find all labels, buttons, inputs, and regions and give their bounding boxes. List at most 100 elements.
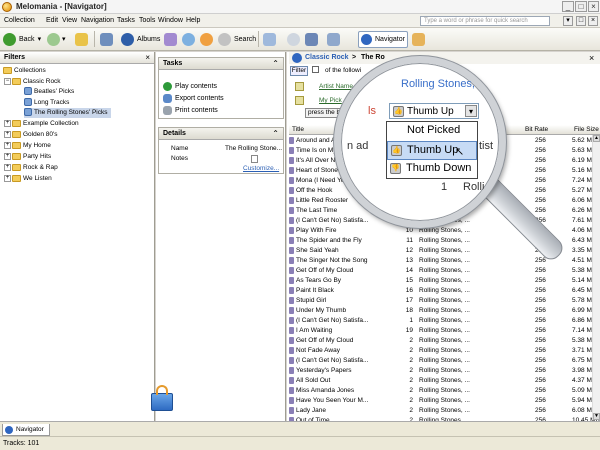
table-row[interactable]: (I Can't Get No) Satisfa... 1 Rolling Ston… xyxy=(289,316,600,326)
scroll-down-icon[interactable]: ▼ xyxy=(593,413,600,420)
table-row[interactable]: Miss Amanda Jones 2 Rolling Stones, ... 256… xyxy=(289,386,600,396)
filter-button[interactable]: Filter xyxy=(290,66,308,76)
tree-item-example-collection[interactable]: + Example Collection xyxy=(4,119,79,129)
play-contents-link[interactable]: Play contents xyxy=(163,82,217,91)
expand-icon[interactable]: + xyxy=(4,119,11,127)
expand-icon[interactable]: + xyxy=(4,141,11,149)
network-button[interactable] xyxy=(412,31,425,47)
table-row[interactable]: Lady Jane 2 Rolling Stones, ... 256 6.08 MB xyxy=(289,406,600,416)
up-folder-button[interactable] xyxy=(75,31,88,47)
track-bitrate: 256 xyxy=(535,317,546,324)
expand-icon[interactable]: + xyxy=(4,152,11,160)
playlist-icon xyxy=(24,98,32,107)
navigator-button[interactable]: Navigator xyxy=(358,31,408,48)
column-title[interactable]: Title xyxy=(292,126,304,133)
menu-collection[interactable]: Collection xyxy=(4,17,35,24)
app-icon xyxy=(2,2,12,12)
back-button[interactable]: Back ▾ xyxy=(3,31,41,47)
export-contents-link[interactable]: Export contents xyxy=(163,94,224,103)
expand-icon[interactable]: + xyxy=(4,130,11,138)
chevron-down-icon[interactable]: ▾ xyxy=(465,105,477,117)
window-layout-button[interactable] xyxy=(263,31,276,47)
search-button[interactable]: Search xyxy=(218,31,256,47)
filter-condition-text: of the followi xyxy=(325,67,362,74)
tree-item-beatles-picks[interactable]: Beatles' Picks xyxy=(24,87,74,97)
navigator-icon xyxy=(361,34,372,45)
table-row[interactable]: Get Off of My Cloud 14 Rolling Stones, ...… xyxy=(289,266,600,276)
menu-tools[interactable]: Tools xyxy=(139,17,155,24)
option-not-picked[interactable]: Not Picked xyxy=(387,122,477,141)
forward-button[interactable]: ▾ xyxy=(47,31,66,47)
menu-restore-button[interactable]: □ xyxy=(576,16,586,26)
genres-button[interactable] xyxy=(182,31,195,47)
tree-item-classic-rock[interactable]: − Classic Rock xyxy=(4,77,61,87)
artists-button[interactable] xyxy=(164,31,177,47)
track-list-scrollbar[interactable]: ▲ ▼ xyxy=(592,135,600,420)
filter-checkbox[interactable] xyxy=(312,66,319,73)
table-row[interactable]: Get Off of My Cloud 2 Rolling Stones, ... 2… xyxy=(289,336,600,346)
menu-tasks[interactable]: Tasks xyxy=(117,17,135,24)
search-options-icon[interactable]: ▾ xyxy=(563,16,573,26)
tree-item-rock-rap[interactable]: + Rock & Rap xyxy=(4,163,58,173)
scroll-up-icon[interactable]: ▲ xyxy=(593,135,600,142)
folder-icon xyxy=(12,119,21,127)
customize-link[interactable]: Customize... xyxy=(243,165,279,172)
tree-item-rolling-stones-picks[interactable]: The Rolling Stones' Picks xyxy=(24,108,111,118)
my-pick-combo[interactable]: 👍 Thumb Up ▾ xyxy=(389,103,479,119)
tree-item-party-hits[interactable]: + Party Hits xyxy=(4,152,51,162)
zoom-button[interactable] xyxy=(287,31,300,47)
tree-item-we-listen[interactable]: + We Listen xyxy=(4,174,52,184)
close-button[interactable]: × xyxy=(588,1,599,12)
table-row[interactable]: Have You Seen Your M... 2 Rolling Stones, … xyxy=(289,396,600,406)
collection-button[interactable] xyxy=(100,31,113,47)
minimize-button[interactable]: _ xyxy=(562,1,574,12)
artist-name-link[interactable]: Artist Name xyxy=(319,83,353,90)
menu-navigation[interactable]: Navigation xyxy=(81,17,114,24)
table-row[interactable]: Under My Thumb 18 Rolling Stones, ... 256 6.… xyxy=(289,306,600,316)
bottom-tab-strip: Navigator xyxy=(0,421,600,436)
notes-edit-icon[interactable] xyxy=(251,155,258,163)
breadcrumb-classic-rock[interactable]: Classic Rock xyxy=(305,54,349,61)
view-button[interactable] xyxy=(305,31,318,47)
close-icon[interactable]: × xyxy=(145,53,150,62)
artists-icon xyxy=(164,32,177,46)
column-bitrate[interactable]: Bit Rate xyxy=(525,126,548,133)
years-button[interactable] xyxy=(200,31,213,47)
collapse-icon[interactable]: − xyxy=(4,77,11,85)
tree-item-long-tracks[interactable]: Long Tracks xyxy=(24,98,69,108)
column-filesize[interactable]: File Size xyxy=(574,126,599,133)
my-pick-link[interactable]: My Pick xyxy=(319,97,342,104)
table-row[interactable]: I Am Waiting 19 Rolling Stones, ... 256 7.14… xyxy=(289,326,600,336)
menu-view[interactable]: View xyxy=(62,17,77,24)
tree-item-golden-80s[interactable]: + Golden 80's xyxy=(4,130,58,140)
menu-edit[interactable]: Edit xyxy=(46,17,58,24)
expand-icon[interactable]: + xyxy=(4,163,11,171)
option-thumb-down[interactable]: 👎 Thumb Down xyxy=(387,160,477,179)
track-artist: Rolling Stones, ... xyxy=(419,327,470,334)
table-row[interactable]: Not Fade Away 2 Rolling Stones, ... 256 3.71… xyxy=(289,346,600,356)
collapse-chevron-icon[interactable]: ⌃ xyxy=(272,129,279,138)
menu-help[interactable]: Help xyxy=(186,17,200,24)
compact-view-button[interactable] xyxy=(327,31,340,47)
table-row[interactable]: (I Can't Get No) Satisfa... 2 Rolling Ston… xyxy=(289,356,600,366)
albums-button[interactable]: Albums xyxy=(121,31,160,47)
track-title: (I Can't Get No) Satisfa... xyxy=(289,316,407,326)
collapse-chevron-icon[interactable]: ⌃ xyxy=(272,59,279,68)
tree-item-collections[interactable]: Collections xyxy=(3,66,46,76)
print-contents-link[interactable]: Print contents xyxy=(163,106,218,115)
title-bar: Melomania - [Navigator] _ □ × xyxy=(0,0,600,14)
expand-icon[interactable]: + xyxy=(4,174,11,182)
menu-close-button[interactable]: × xyxy=(588,16,598,26)
close-icon[interactable]: × xyxy=(589,53,594,63)
menu-window[interactable]: Window xyxy=(158,17,183,24)
table-row[interactable]: Stupid Girl 17 Rolling Stones, ... 256 5.78 … xyxy=(289,296,600,306)
tab-navigator[interactable]: Navigator xyxy=(2,424,50,436)
quick-search-input[interactable]: Type a word or phrase for quick search xyxy=(420,16,550,26)
table-row[interactable]: All Sold Out 2 Rolling Stones, ... 256 4.37 … xyxy=(289,376,600,386)
table-row[interactable]: Yesterday's Papers 2 Rolling Stones, ... 25… xyxy=(289,366,600,376)
table-row[interactable]: As Tears Go By 15 Rolling Stones, ... 256 5.… xyxy=(289,276,600,286)
maximize-button[interactable]: □ xyxy=(575,1,587,12)
track-bitrate: 256 xyxy=(535,287,546,294)
table-row[interactable]: Paint It Black 16 Rolling Stones, ... 256 6.… xyxy=(289,286,600,296)
tree-item-my-home[interactable]: + My Home xyxy=(4,141,51,151)
